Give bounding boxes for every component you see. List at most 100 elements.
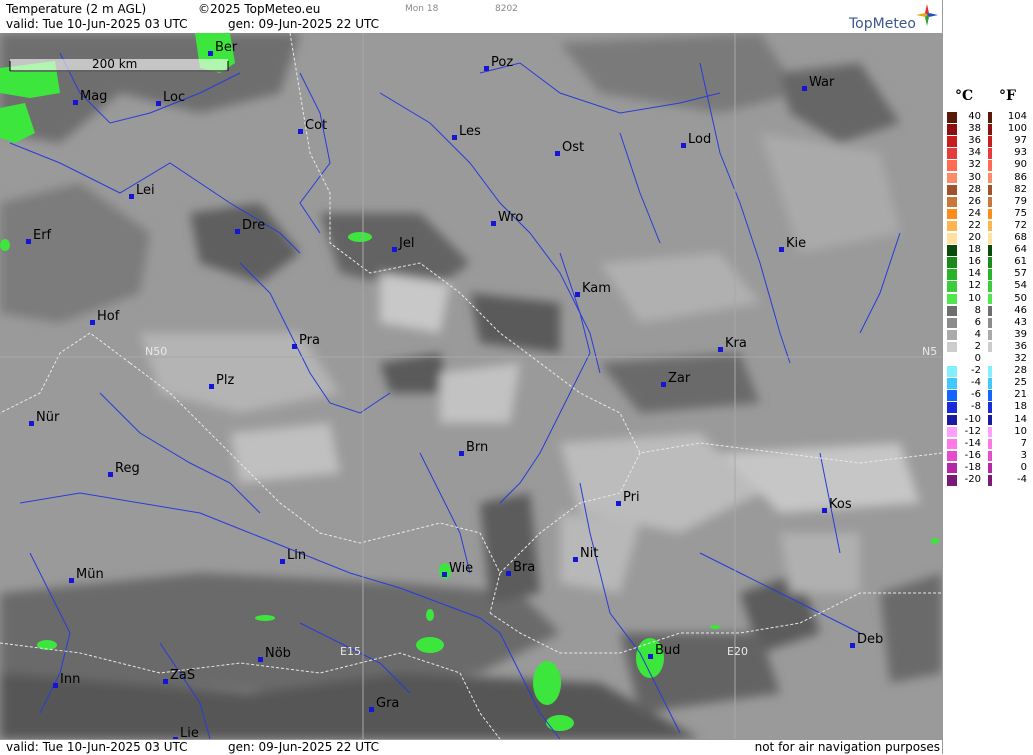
- legend-celsius-value: 10: [968, 292, 981, 304]
- grid-label-n5: N5: [922, 345, 937, 358]
- city-marker-nöb: [258, 657, 263, 662]
- legend-fahrenheit-value: 68: [1014, 232, 1027, 243]
- header: Temperature (2 m AGL) ©2025 TopMeteo.eu …: [0, 0, 942, 34]
- city-label-ost: Ost: [562, 140, 584, 155]
- legend-swatch-f: [988, 366, 992, 377]
- legend-swatch-c: [947, 269, 957, 280]
- city-marker-zar: [661, 382, 666, 387]
- legend-celsius-value: 0: [974, 353, 981, 364]
- city-marker-zas: [163, 679, 168, 684]
- legend-swatch-f: [988, 281, 992, 292]
- legend-swatch-f: [988, 220, 992, 232]
- city-label-gra: Gra: [376, 696, 399, 711]
- legend-fahrenheit-value: 72: [1014, 219, 1027, 231]
- legend-celsius-value: -6: [971, 389, 981, 401]
- legend-celsius-value: 34: [968, 147, 981, 159]
- city-marker-jel: [392, 247, 397, 252]
- city-marker-brn: [459, 451, 464, 456]
- legend-swatch-c: [947, 160, 957, 171]
- legend-celsius-value: 18: [968, 244, 981, 256]
- city-label-deb: Deb: [857, 632, 883, 647]
- city-label-wro: Wro: [498, 210, 523, 225]
- legend-swatch-f: [988, 269, 992, 280]
- legend-fahrenheit-value: 39: [1014, 328, 1027, 340]
- legend-fahrenheit-value: -4: [1017, 474, 1027, 485]
- legend-swatch-f: [988, 390, 992, 401]
- scale-label: 200 km: [92, 57, 137, 71]
- legend-swatch-c: [947, 293, 957, 304]
- legend-swatch-c: [947, 438, 957, 450]
- legend-swatch-c: [947, 450, 957, 462]
- legend-swatch-f: [988, 196, 992, 208]
- legend-swatch-c: [947, 378, 957, 389]
- city-marker-lei: [129, 194, 134, 199]
- city-marker-kie: [779, 247, 784, 252]
- legend-fahrenheit-value: 82: [1014, 183, 1027, 195]
- legend-swatch-f: [988, 354, 992, 365]
- city-marker-dre: [235, 229, 240, 234]
- city-marker-bra: [506, 571, 511, 576]
- legend-celsius-value: 6: [974, 316, 981, 328]
- city-label-les: Les: [459, 124, 481, 139]
- legend-celsius-value: -20: [964, 474, 981, 485]
- grid-label-n50: N50: [145, 345, 167, 358]
- city-marker-cot: [298, 129, 303, 134]
- temperature-map[interactable]: N50 N5 E15 E20 200 km Ber Poz War Mag Loc Cot…: [0, 33, 942, 739]
- city-marker-kos: [822, 508, 827, 513]
- city-label-bud: Bud: [655, 643, 680, 658]
- city-marker-pri: [616, 501, 621, 506]
- topmeteo-logo[interactable]: TopMeteo: [828, 2, 938, 32]
- legend-fahrenheit-value: 43: [1014, 316, 1027, 328]
- legend-swatch-c: [947, 124, 957, 135]
- legend-celsius-value: 16: [968, 256, 981, 268]
- generated-time: gen: 09-Jun-2025 22 UTC: [228, 17, 380, 31]
- disclaimer: not for air navigation purposes: [754, 740, 940, 754]
- legend-celsius-value: 14: [968, 268, 981, 280]
- legend-celsius-value: 28: [968, 183, 981, 195]
- legend-celsius-value: -16: [964, 449, 981, 461]
- legend-swatch-c: [947, 341, 957, 353]
- city-marker-plz: [209, 384, 214, 389]
- legend-celsius-value: 26: [968, 195, 981, 207]
- legend-swatch-c: [947, 414, 957, 425]
- legend-celsius-value: -8: [971, 401, 981, 413]
- city-marker-reg: [108, 472, 113, 477]
- grid-label-e20: E20: [727, 645, 748, 658]
- city-label-lie: Lie: [180, 726, 199, 739]
- legend-swatch-f: [988, 245, 992, 256]
- legend-swatch-f: [988, 438, 992, 450]
- legend-swatch-c: [947, 317, 957, 329]
- legend-swatch-c: [947, 390, 957, 401]
- legend-swatch-c: [947, 220, 957, 232]
- city-marker-deb: [850, 643, 855, 648]
- city-label-war: War: [809, 75, 835, 90]
- legend-fahrenheit-value: 79: [1014, 195, 1027, 207]
- city-marker-ost: [555, 151, 560, 156]
- fahrenheit-label: °F: [999, 88, 1016, 104]
- legend-swatch-f: [988, 112, 992, 123]
- legend-swatch-f: [988, 329, 992, 341]
- legend-swatch-f: [988, 414, 992, 425]
- copyright: ©2025 TopMeteo.eu: [198, 2, 321, 16]
- legend-swatch-c: [947, 184, 957, 196]
- legend-swatch-c: [947, 196, 957, 208]
- scale-bar: 200 km: [9, 57, 229, 72]
- city-marker-wie: [442, 572, 447, 577]
- legend-fahrenheit-value: 21: [1014, 389, 1027, 401]
- legend-fahrenheit-value: 50: [1014, 292, 1027, 304]
- legend-swatch-c: [947, 329, 957, 341]
- legend-swatch-f: [988, 233, 992, 244]
- legend-fahrenheit-value: 3: [1020, 449, 1027, 461]
- legend-swatch-c: [947, 172, 957, 183]
- city-marker-kra: [718, 347, 723, 352]
- city-label-nit: Nit: [580, 546, 598, 561]
- city-label-kam: Kam: [582, 281, 611, 296]
- city-marker-poz: [484, 66, 489, 71]
- city-label-inn: Inn: [60, 672, 80, 687]
- city-label-kra: Kra: [725, 336, 747, 351]
- city-marker-lod: [681, 143, 686, 148]
- legend-celsius-value: -14: [964, 437, 981, 449]
- legend-celsius-value: 22: [968, 219, 981, 231]
- legend-fahrenheit-value: 64: [1014, 244, 1027, 256]
- legend-fahrenheit-value: 36: [1014, 340, 1027, 352]
